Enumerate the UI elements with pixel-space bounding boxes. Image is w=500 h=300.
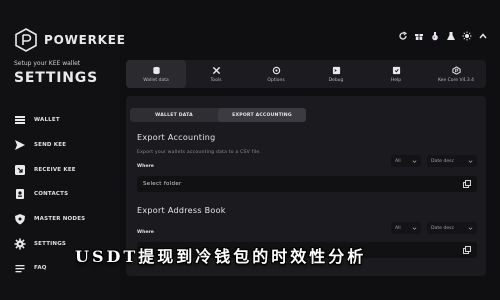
- debug-icon: [332, 66, 340, 74]
- tab-label: Options: [267, 77, 285, 83]
- tab-label: Debug: [328, 77, 344, 83]
- subtab-bar: WALLET DATA EXPORT ACCOUNTING: [130, 108, 306, 122]
- filter-dropdown[interactable]: All: [391, 155, 421, 167]
- refresh-icon[interactable]: [398, 31, 408, 41]
- sidebar-item-send-kee[interactable]: SEND KEE: [14, 133, 85, 158]
- settings-tabbar: Wallet data Tools Options Debug Help Kee…: [126, 60, 486, 88]
- chevron-down-icon: [468, 226, 473, 230]
- sidebar-item-label: CONTACTS: [34, 191, 69, 198]
- sidebar-item-receive-kee[interactable]: RECEIVE KEE: [14, 157, 85, 182]
- where-label: Where: [137, 230, 154, 235]
- copy-icon[interactable]: [463, 180, 471, 188]
- tab-wallet-data[interactable]: Wallet data: [126, 60, 186, 88]
- setup-text: Setup your KEE wallet: [14, 60, 81, 67]
- tab-help[interactable]: Help: [366, 60, 426, 88]
- sidebar-item-label: WALLET: [34, 117, 60, 124]
- copy-icon[interactable]: [463, 246, 471, 254]
- tools-icon: [212, 66, 220, 74]
- sidebar-item-label: RECEIVE KEE: [34, 166, 76, 173]
- tab-options[interactable]: Options: [246, 60, 306, 88]
- section-title: Export Address Book: [137, 206, 226, 215]
- tab-debug[interactable]: Debug: [306, 60, 366, 88]
- sidebar-item-contacts[interactable]: CONTACTS: [14, 182, 85, 207]
- sort-value: Date desc: [431, 225, 455, 231]
- sort-dropdown[interactable]: Date desc: [427, 222, 477, 234]
- sidebar-item-master-nodes[interactable]: MASTER NODES: [14, 207, 85, 232]
- sidebar-item-label: SEND KEE: [34, 142, 67, 149]
- page-title: SETTINGS: [14, 70, 98, 86]
- tab-label: Tools: [210, 77, 222, 83]
- chevron-up-icon[interactable]: [478, 31, 488, 41]
- tab-kee-core[interactable]: Kee Core V4.3.4: [426, 60, 486, 88]
- flask-icon[interactable]: [446, 31, 456, 41]
- folder-select-field[interactable]: Select folder: [137, 176, 477, 192]
- receive-icon: [15, 164, 25, 175]
- database-icon: [152, 66, 160, 74]
- brand: POWERKEE: [14, 28, 126, 52]
- chevron-down-icon: [468, 159, 473, 163]
- help-icon: [392, 66, 400, 74]
- tab-label: Kee Core V4.3.4: [437, 77, 475, 83]
- filter-value: All: [395, 158, 401, 164]
- potion-icon[interactable]: [430, 31, 440, 41]
- gift-icon[interactable]: [414, 31, 424, 41]
- sort-dropdown[interactable]: Date desc: [427, 155, 477, 167]
- chevron-down-icon: [412, 226, 417, 230]
- send-icon: [15, 140, 25, 151]
- faq-icon: [15, 265, 25, 273]
- contacts-icon: [16, 189, 24, 200]
- wallet-icon: [15, 116, 25, 125]
- where-label: Where: [137, 164, 154, 169]
- sidebar-item-label: FAQ: [34, 265, 47, 272]
- overlay-caption: USDT提现到冷钱包的时效性分析: [75, 247, 367, 266]
- sort-value: Date desc: [431, 158, 455, 164]
- options-icon: [272, 66, 280, 74]
- tab-tools[interactable]: Tools: [186, 60, 246, 88]
- section-description: Export your wallets accounting data to a…: [137, 150, 262, 155]
- brand-name: POWERKEE: [44, 33, 126, 47]
- sidebar-item-wallet[interactable]: WALLET: [14, 108, 85, 133]
- topbar-icons: [398, 31, 488, 41]
- core-icon: [451, 65, 461, 75]
- sun-icon[interactable]: [462, 31, 472, 41]
- tab-label: Wallet data: [143, 77, 169, 83]
- tab-label: Help: [390, 77, 402, 83]
- sidebar-item-label: SETTINGS: [34, 240, 67, 247]
- subtab-export-accounting[interactable]: EXPORT ACCOUNTING: [218, 108, 306, 122]
- filter-dropdown[interactable]: All: [391, 222, 421, 234]
- section-title: Export Accounting: [137, 133, 216, 142]
- gear-icon: [14, 238, 26, 250]
- chevron-down-icon: [412, 159, 417, 163]
- folder-field-value: Select folder: [143, 181, 182, 187]
- subtab-wallet-data[interactable]: WALLET DATA: [130, 108, 218, 122]
- filter-value: All: [395, 225, 401, 231]
- sidebar-item-label: MASTER NODES: [34, 216, 86, 223]
- shield-icon: [15, 214, 25, 225]
- powerkee-logo-icon: [15, 28, 37, 52]
